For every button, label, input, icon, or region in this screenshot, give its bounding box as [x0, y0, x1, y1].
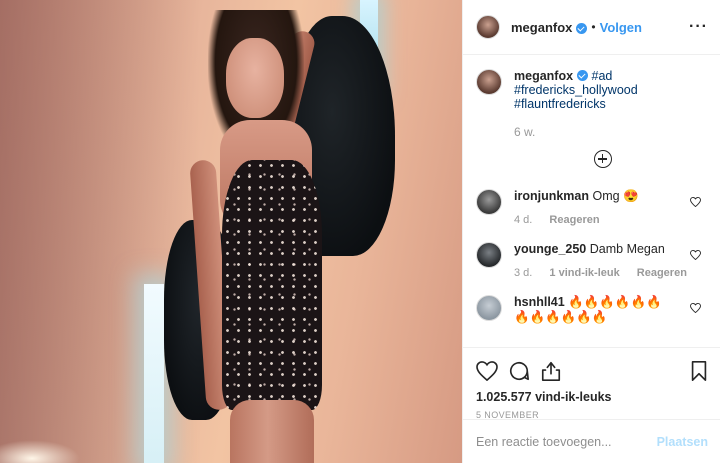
- like-count[interactable]: 1.025.577 vind-ik-leuks: [476, 390, 708, 404]
- bookmark-icon[interactable]: [690, 360, 708, 382]
- heart-icon[interactable]: [690, 303, 701, 313]
- comment-timestamp[interactable]: 3 d.: [514, 267, 532, 279]
- post-window: meganfox • Volgen ··· meganfox #ad #fred…: [0, 0, 720, 463]
- share-icon[interactable]: [540, 360, 562, 382]
- author-username[interactable]: meganfox: [511, 20, 572, 35]
- verified-badge-icon: [577, 70, 589, 81]
- photo-lamp-glow: [0, 440, 80, 463]
- comment-input[interactable]: [476, 434, 657, 449]
- commenter-username[interactable]: hsnhll41: [514, 295, 565, 309]
- hashtag-link[interactable]: #flauntfredericks: [514, 97, 638, 111]
- comment-text: Omg 😍: [592, 189, 639, 203]
- post-header: meganfox • Volgen ···: [463, 0, 720, 55]
- caption-author-avatar[interactable]: [476, 69, 502, 95]
- caption-timestamp[interactable]: 6 w.: [514, 125, 638, 139]
- comment-icon[interactable]: [508, 360, 530, 382]
- reply-button[interactable]: Reageren: [637, 267, 687, 279]
- comment-text: Damb Megan: [589, 242, 665, 256]
- commenter-avatar[interactable]: [476, 295, 502, 321]
- verified-badge-icon: [576, 22, 588, 34]
- photo-model-figure: [160, 10, 400, 463]
- comment-item: younge_250 Damb Megan 3 d. 1 vind-ik-leu…: [476, 242, 707, 281]
- post-photo[interactable]: [0, 0, 462, 463]
- post-sidebar: meganfox • Volgen ··· meganfox #ad #fred…: [462, 0, 720, 463]
- heart-icon[interactable]: [690, 250, 701, 260]
- follow-button[interactable]: Volgen: [600, 20, 642, 35]
- header-separator: •: [591, 20, 596, 34]
- comment-item: ironjunkman Omg 😍 4 d. Reageren: [476, 189, 707, 228]
- post-actions: 1.025.577 vind-ik-leuks 5 NOVEMBER: [463, 347, 720, 420]
- model-face: [226, 38, 284, 118]
- post-caption: meganfox #ad #fredericks_hollywood #flau…: [476, 69, 707, 139]
- commenter-username[interactable]: ironjunkman: [514, 189, 589, 203]
- comment-like-count[interactable]: 1 vind-ik-leuk: [549, 267, 619, 279]
- more-options-icon[interactable]: ···: [689, 18, 708, 36]
- comments-list[interactable]: meganfox #ad #fredericks_hollywood #flau…: [463, 55, 720, 347]
- comment-item: hsnhll41 🔥🔥🔥🔥🔥🔥🔥🔥🔥🔥🔥🔥: [476, 295, 707, 325]
- heart-icon[interactable]: [476, 361, 498, 381]
- star-print-dress: [222, 160, 322, 410]
- reply-button[interactable]: Reageren: [549, 214, 599, 226]
- add-comment-bar: Plaatsen: [463, 419, 720, 463]
- post-comment-button[interactable]: Plaatsen: [657, 435, 708, 449]
- hashtag-link[interactable]: #fredericks_hollywood: [514, 83, 638, 97]
- plus-circle-icon[interactable]: [593, 150, 612, 168]
- author-avatar[interactable]: [476, 15, 500, 39]
- heart-icon[interactable]: [690, 197, 701, 207]
- model-legs: [230, 400, 314, 463]
- commenter-avatar[interactable]: [476, 189, 502, 215]
- commenter-avatar[interactable]: [476, 242, 502, 268]
- comment-timestamp[interactable]: 4 d.: [514, 214, 532, 226]
- commenter-username[interactable]: younge_250: [514, 242, 586, 256]
- caption-username[interactable]: meganfox: [514, 69, 573, 83]
- hashtag-link[interactable]: #ad: [592, 69, 613, 83]
